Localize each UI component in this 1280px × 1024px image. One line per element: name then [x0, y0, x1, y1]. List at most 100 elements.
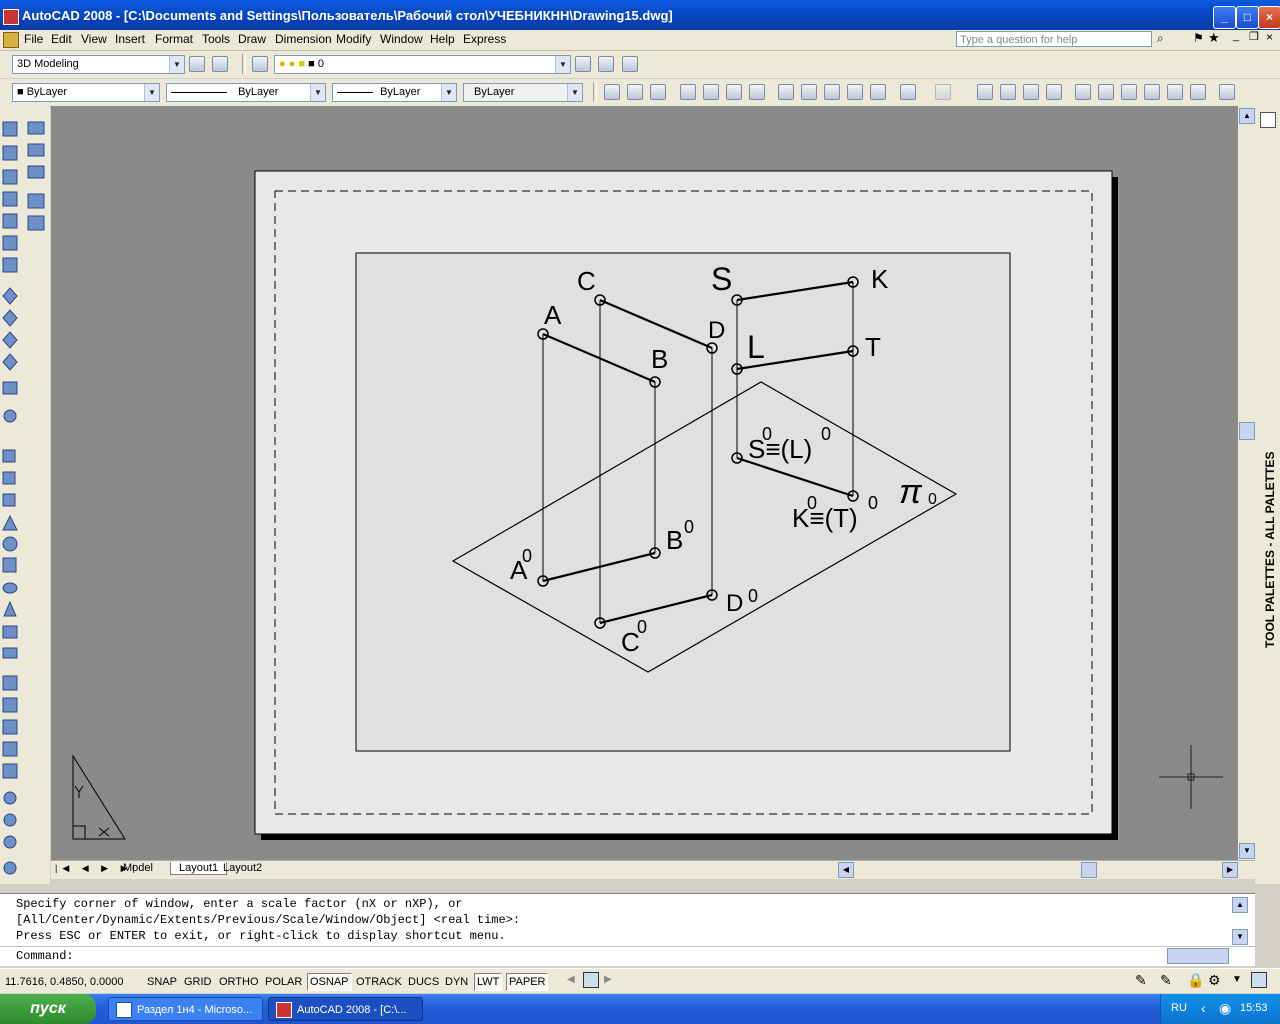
chevron-down-icon[interactable]: ▼ — [310, 84, 325, 101]
scroll-down-button[interactable]: ▼ — [1239, 843, 1255, 859]
cone-icon[interactable] — [2, 514, 18, 531]
layer-properties-icon[interactable] — [252, 56, 268, 72]
coordinates-display[interactable]: 11.7616, 0.4850, 0.0000 — [2, 973, 127, 991]
menu-insert[interactable]: Insert — [115, 32, 145, 46]
language-indicator[interactable]: RU — [1171, 1002, 1187, 1014]
menu-window[interactable]: Window — [380, 32, 423, 46]
tab-layout2[interactable]: Layout2 — [223, 862, 262, 874]
toolbar-lock-icon[interactable]: 🔒 — [1187, 972, 1204, 989]
tray-arrow-icon[interactable]: ‹ — [1201, 1000, 1206, 1016]
lwt-toggle[interactable]: LWT — [474, 973, 503, 991]
copy-icon[interactable] — [801, 84, 817, 100]
open-file-icon[interactable] — [627, 84, 643, 100]
tab-model[interactable]: Model — [123, 862, 153, 874]
scroll-left-button[interactable]: ◀ — [838, 862, 854, 878]
new-file-icon[interactable] — [604, 84, 620, 100]
dimension-aligned-icon[interactable] — [27, 143, 45, 157]
menu-dimension[interactable]: Dimension — [275, 32, 332, 46]
paper-toggle[interactable]: PAPER — [506, 973, 549, 991]
chevron-down-icon[interactable]: ▼ — [555, 56, 570, 73]
make-current-layer-icon[interactable] — [575, 56, 591, 72]
scroll-thumb[interactable] — [1239, 422, 1255, 440]
layer-states-icon[interactable] — [622, 56, 638, 72]
autocad-app-icon[interactable] — [3, 9, 19, 25]
close-button[interactable]: × — [1258, 6, 1280, 29]
linetype-select[interactable]: ByLayer ▼ — [166, 83, 326, 102]
status-menu-arrow[interactable]: ▼ — [1232, 974, 1242, 985]
chevron-down-icon[interactable]: ▼ — [567, 84, 582, 101]
snap-toggle[interactable]: SNAP — [144, 973, 180, 991]
palette-properties-icon[interactable] — [1260, 112, 1276, 128]
maximize-viewport-icon[interactable] — [583, 972, 599, 988]
loft-icon[interactable] — [2, 741, 18, 757]
slice-icon[interactable] — [2, 763, 18, 779]
intersect-icon[interactable] — [3, 835, 17, 849]
redo-icon[interactable] — [935, 84, 951, 100]
command-scroll-up[interactable]: ▲ — [1232, 897, 1248, 913]
cylinder-icon[interactable] — [2, 557, 17, 573]
menu-help[interactable]: Help — [430, 32, 455, 46]
table-style-icon[interactable] — [27, 215, 45, 231]
horizontal-scroll-thumb[interactable] — [1081, 862, 1097, 878]
revolve-icon[interactable] — [2, 719, 18, 735]
view-iso-icon[interactable] — [2, 257, 18, 273]
command-window[interactable]: Specify corner of window, enter a scale … — [0, 893, 1255, 966]
grid-toggle[interactable]: GRID — [181, 973, 215, 991]
text-style-icon[interactable] — [27, 193, 45, 209]
dimension-linear-icon[interactable] — [27, 121, 45, 135]
zoom-window-icon[interactable] — [1023, 84, 1039, 100]
view-front-icon[interactable] — [2, 213, 18, 229]
help-icon[interactable] — [1219, 84, 1235, 100]
undo-icon[interactable] — [900, 84, 916, 100]
document-icon[interactable] — [3, 32, 19, 48]
menu-view[interactable]: View — [81, 32, 107, 46]
planar-surface-icon[interactable] — [3, 600, 17, 617]
properties-icon[interactable] — [1075, 84, 1091, 100]
view-top-icon[interactable] — [2, 121, 18, 137]
tab-layout1[interactable]: Layout1 — [170, 862, 228, 875]
menu-edit[interactable]: Edit — [51, 32, 72, 46]
command-hscroll[interactable] — [1167, 948, 1229, 964]
ducs-toggle[interactable]: DUCS — [405, 973, 443, 991]
orbit-icon[interactable] — [3, 409, 17, 423]
workspace-select[interactable]: 3D Modeling ▼ — [12, 55, 185, 74]
save-workspace-icon[interactable] — [212, 56, 228, 72]
chevron-down-icon[interactable]: ▼ — [169, 56, 184, 73]
maximize-button[interactable]: □ — [1236, 6, 1259, 29]
block-editor-icon[interactable] — [870, 84, 886, 100]
chevron-down-icon[interactable]: ▼ — [441, 84, 456, 101]
helix-icon[interactable] — [2, 625, 18, 639]
network-icon[interactable]: ◉ — [1219, 1000, 1231, 1017]
3d-dwf-icon[interactable] — [749, 84, 765, 100]
plot-preview-icon[interactable] — [703, 84, 719, 100]
ortho-toggle[interactable]: ORTHO — [216, 973, 262, 991]
drawing-area[interactable]: A B C D S K L T A 0 B 0 C 0 D 0 S≡(L) 0 … — [51, 106, 1238, 860]
zoom-previous-icon[interactable] — [1046, 84, 1062, 100]
pan-icon[interactable] — [977, 84, 993, 100]
calculator-icon[interactable] — [1190, 84, 1206, 100]
markup-icon[interactable] — [1167, 84, 1183, 100]
chevron-down-icon[interactable]: ▼ — [144, 84, 159, 101]
view-back-icon[interactable] — [2, 235, 18, 251]
menu-modify[interactable]: Modify — [336, 32, 371, 46]
otrack-toggle[interactable]: OTRACK — [353, 973, 405, 991]
vertical-scrollbar[interactable]: ▲ ▼ — [1238, 106, 1255, 860]
status-left-arrow[interactable]: ◀ — [567, 974, 575, 985]
ne-iso-icon[interactable] — [2, 331, 18, 349]
view-right-icon[interactable] — [2, 191, 18, 207]
save-icon[interactable] — [650, 84, 666, 100]
wedge-icon[interactable] — [2, 471, 16, 485]
annotation-visibility-icon[interactable]: ✎ — [1160, 972, 1172, 989]
search-icon[interactable]: ⌕ — [1157, 31, 1164, 46]
doc-close-button[interactable]: × — [1266, 30, 1273, 44]
clean-screen-icon[interactable] — [1251, 972, 1267, 988]
favorites-star-icon[interactable]: ★ — [1208, 30, 1220, 46]
match-properties-icon[interactable] — [847, 84, 863, 100]
command-scroll-down[interactable]: ▼ — [1232, 929, 1248, 945]
menu-format[interactable]: Format — [155, 32, 193, 46]
plot-icon[interactable] — [680, 84, 696, 100]
sweep-icon[interactable] — [2, 697, 18, 713]
menu-tools[interactable]: Tools — [202, 32, 230, 46]
help-search-input[interactable]: Type a question for help — [956, 31, 1152, 47]
paste-icon[interactable] — [824, 84, 840, 100]
